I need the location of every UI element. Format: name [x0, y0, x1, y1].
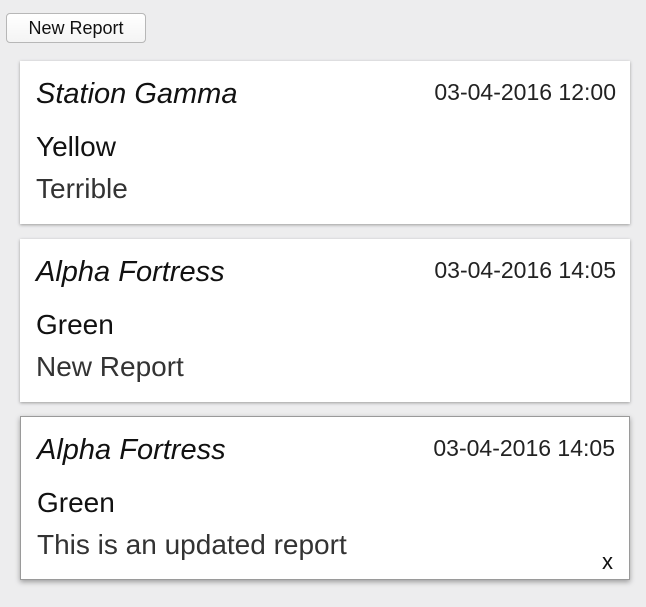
station-name: Alpha Fortress [37, 434, 226, 466]
status-label: Green [37, 487, 115, 518]
new-report-button[interactable]: New Report [6, 13, 146, 43]
delete-report-button[interactable]: x [602, 551, 613, 573]
station-name: Alpha Fortress [36, 256, 225, 288]
station-name: Station Gamma [36, 78, 238, 110]
report-timestamp: 03-04-2016 14:05 [433, 435, 615, 461]
report-card: Alpha Fortress 03-04-2016 14:05 Green Ne… [20, 239, 630, 402]
report-card-selected[interactable]: Alpha Fortress 03-04-2016 14:05 Green Th… [20, 416, 630, 580]
report-message: New Report [36, 351, 184, 382]
report-timestamp: 03-04-2016 14:05 [434, 257, 616, 283]
status-label: Yellow [36, 131, 116, 162]
report-message: Terrible [36, 173, 128, 204]
report-timestamp: 03-04-2016 12:00 [434, 79, 616, 105]
report-card: Station Gamma 03-04-2016 12:00 Yellow Te… [20, 61, 630, 224]
status-label: Green [36, 309, 114, 340]
report-message: This is an updated report [37, 529, 347, 560]
